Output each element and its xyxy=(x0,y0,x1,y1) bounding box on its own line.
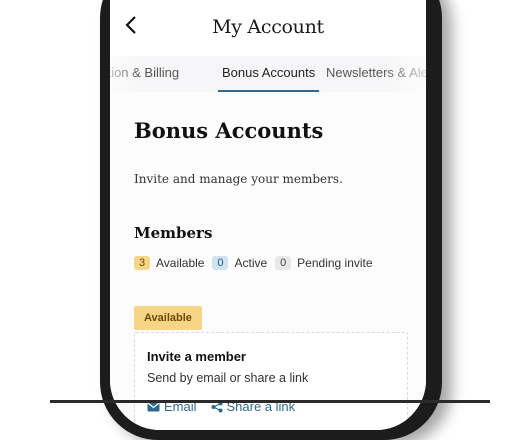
available-status-tag: Available xyxy=(134,306,202,330)
phone-screen: My Account Subscription & Billing Bonus … xyxy=(110,0,426,430)
mail-icon xyxy=(147,402,160,411)
available-count-badge: 3 xyxy=(134,256,150,270)
content-area: Bonus Accounts Invite and manage your me… xyxy=(110,92,426,430)
available-label: Available xyxy=(156,256,205,270)
members-heading: Members xyxy=(134,224,213,242)
tab-bonus-accounts[interactable]: Bonus Accounts xyxy=(218,56,320,92)
invite-member-card: Invite a member Send by email or share a… xyxy=(134,332,408,430)
active-count-badge: 0 xyxy=(212,256,229,270)
invite-card-title: Invite a member xyxy=(147,349,246,364)
member-stats: 3 Available 0 Active 0 Pending invite xyxy=(134,256,381,270)
page-description: Invite and manage your members. xyxy=(134,172,343,186)
page-header-title: My Account xyxy=(212,16,324,38)
tab-subscription-billing[interactable]: Subscription & Billing xyxy=(110,56,183,90)
phone-frame: My Account Subscription & Billing Bonus … xyxy=(100,0,442,440)
invite-card-subtitle: Send by email or share a link xyxy=(147,371,309,385)
account-tabs: Subscription & Billing Bonus Accounts Ne… xyxy=(110,56,426,92)
pending-count-badge: 0 xyxy=(275,256,292,270)
bottom-divider xyxy=(50,400,490,403)
page-title: Bonus Accounts xyxy=(134,118,324,143)
tab-newsletters[interactable]: Newsletters & Alerts xyxy=(322,56,426,90)
active-label: Active xyxy=(234,256,268,270)
pending-label: Pending invite xyxy=(297,256,373,270)
app-header: My Account xyxy=(110,0,426,38)
